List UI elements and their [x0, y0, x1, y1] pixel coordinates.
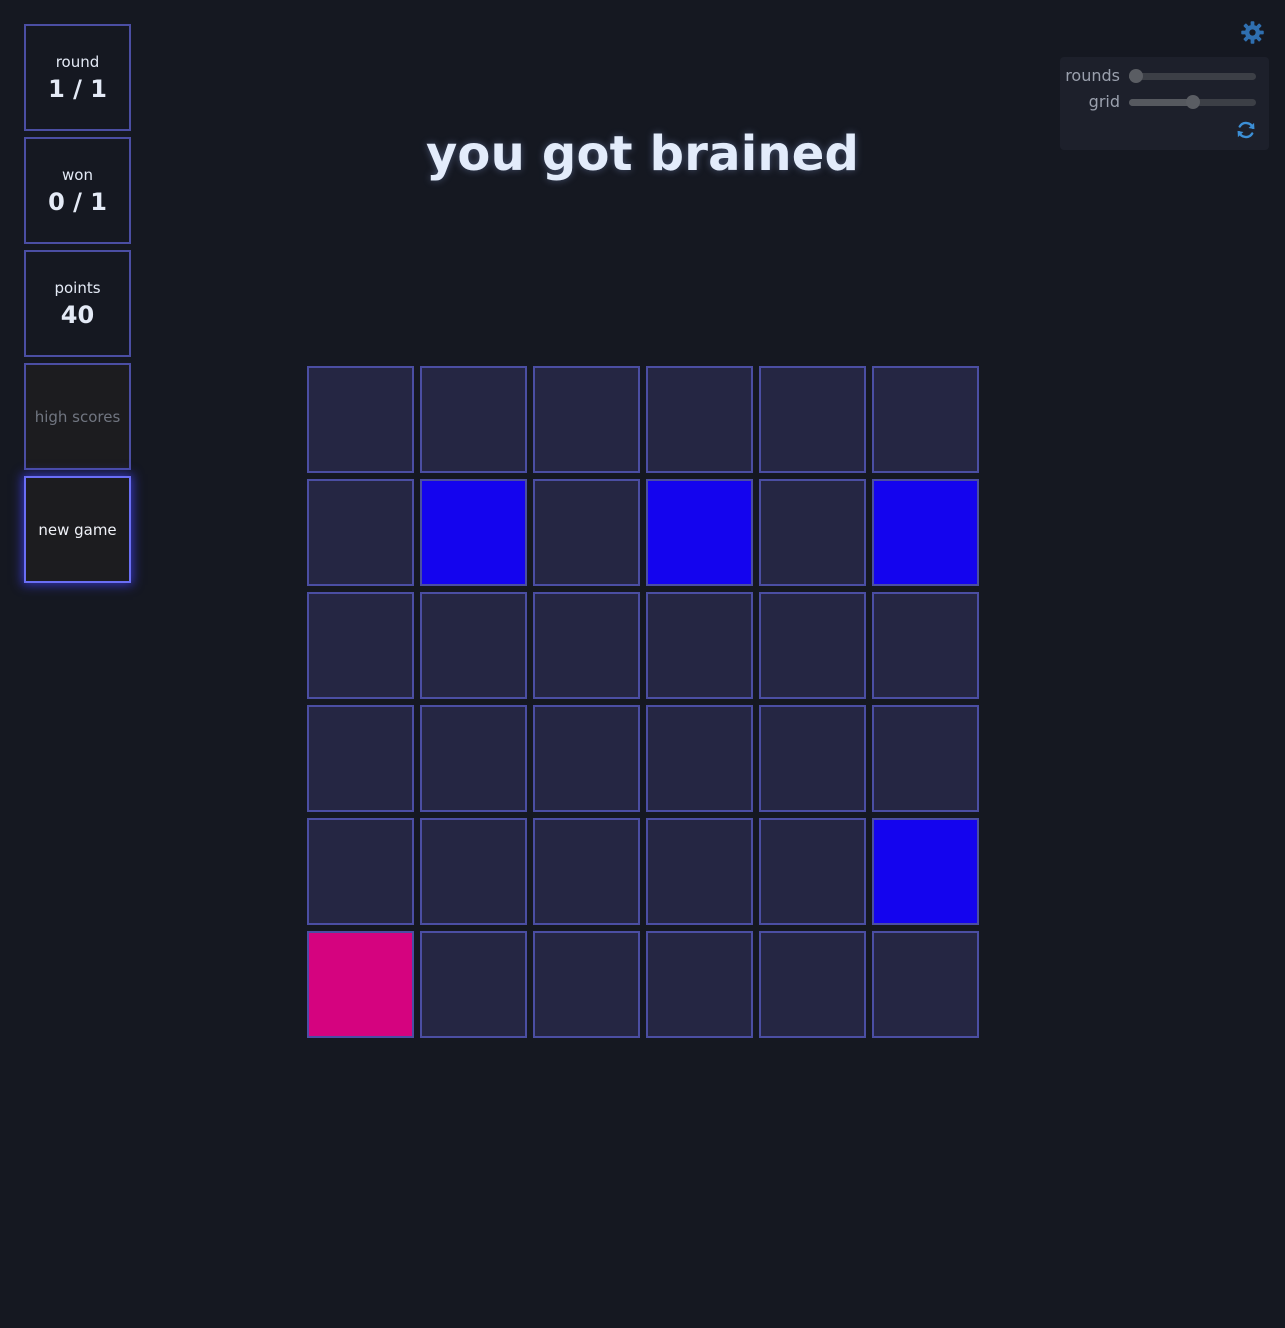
- rounds-label: rounds: [1065, 66, 1120, 85]
- board-cell[interactable]: [533, 366, 640, 473]
- points-stat: points 40: [24, 250, 131, 357]
- board-cell[interactable]: [533, 818, 640, 925]
- board-cell[interactable]: [533, 705, 640, 812]
- board-cell[interactable]: [307, 592, 414, 699]
- board-cell[interactable]: [307, 931, 414, 1038]
- grid-setting: grid: [1060, 90, 1269, 114]
- board-cell[interactable]: [872, 592, 979, 699]
- board-cell[interactable]: [420, 705, 527, 812]
- settings-panel: rounds grid: [1060, 57, 1269, 150]
- board-cell[interactable]: [307, 705, 414, 812]
- board-cell[interactable]: [307, 366, 414, 473]
- rounds-slider-thumb[interactable]: [1129, 69, 1143, 83]
- grid-slider-thumb[interactable]: [1185, 95, 1200, 109]
- board-cell[interactable]: [759, 366, 866, 473]
- board-cell[interactable]: [872, 818, 979, 925]
- board-cell[interactable]: [533, 931, 640, 1038]
- board-cell[interactable]: [872, 479, 979, 586]
- grid-slider-fill: [1129, 99, 1193, 106]
- board-cell[interactable]: [646, 366, 753, 473]
- board-cell[interactable]: [759, 479, 866, 586]
- board-cell[interactable]: [420, 818, 527, 925]
- board-cell[interactable]: [533, 479, 640, 586]
- board-cell[interactable]: [872, 931, 979, 1038]
- grid-label: grid: [1088, 92, 1120, 111]
- board-cell[interactable]: [759, 592, 866, 699]
- points-value: 40: [60, 300, 95, 329]
- board-cell[interactable]: [420, 479, 527, 586]
- board-cell[interactable]: [307, 479, 414, 586]
- board-cell[interactable]: [646, 592, 753, 699]
- round-stat: round 1 / 1: [24, 24, 131, 131]
- board-cell[interactable]: [646, 931, 753, 1038]
- board-cell[interactable]: [420, 366, 527, 473]
- rounds-slider[interactable]: [1129, 69, 1256, 83]
- board-cell[interactable]: [307, 818, 414, 925]
- board-cell[interactable]: [533, 592, 640, 699]
- board-cell[interactable]: [872, 366, 979, 473]
- points-label: points: [54, 278, 101, 297]
- won-value: 0 / 1: [48, 187, 107, 216]
- board-cell[interactable]: [420, 592, 527, 699]
- board-cell[interactable]: [759, 705, 866, 812]
- grid-slider[interactable]: [1129, 95, 1256, 109]
- round-value: 1 / 1: [48, 74, 107, 103]
- board-cell[interactable]: [759, 931, 866, 1038]
- board-cell[interactable]: [420, 931, 527, 1038]
- round-label: round: [55, 52, 100, 71]
- game-board: [307, 366, 979, 1038]
- board-cell[interactable]: [646, 479, 753, 586]
- board-cell[interactable]: [646, 818, 753, 925]
- board-cell[interactable]: [872, 705, 979, 812]
- new-game-button[interactable]: new game: [24, 476, 131, 583]
- board-cell[interactable]: [759, 818, 866, 925]
- rounds-setting: rounds: [1060, 64, 1269, 88]
- gear-icon[interactable]: [1240, 20, 1265, 45]
- high-scores-button[interactable]: high scores: [24, 363, 131, 470]
- refresh-icon[interactable]: [1235, 119, 1257, 141]
- board-cell[interactable]: [646, 705, 753, 812]
- stats-panel: round 1 / 1 won 0 / 1 points 40 high sco…: [24, 24, 131, 589]
